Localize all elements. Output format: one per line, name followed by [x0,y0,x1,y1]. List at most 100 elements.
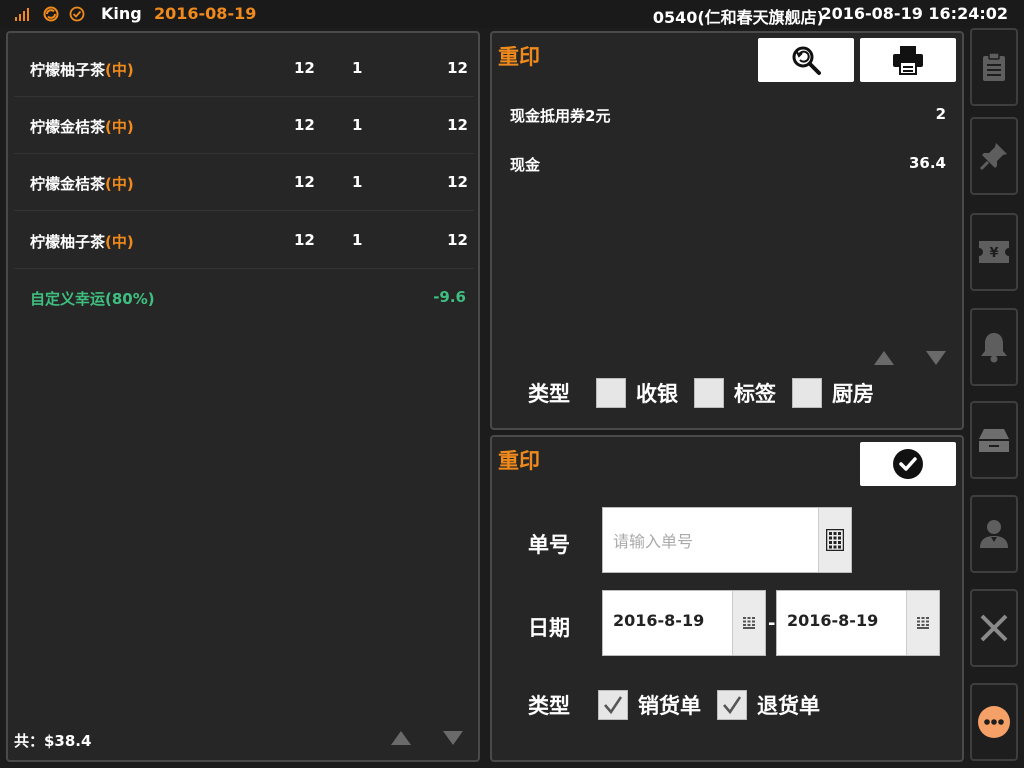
sales-checkbox[interactable] [598,690,628,720]
payment-value: 2 [935,105,946,123]
date-from-value: 2016-8-19 [613,611,705,630]
sidebar-button-more[interactable] [970,683,1018,761]
date-from-calendar-button[interactable] [732,591,765,655]
item-qty: 1 [352,116,363,134]
order-total: 共：$38.4 [14,732,92,750]
panel-title: 重印 [498,449,540,473]
cloud-sync-icon [43,6,59,22]
item-total: 12 [447,59,468,77]
scroll-down-icon[interactable] [443,731,463,745]
order-panel: 柠檬柚子茶(中) 12 1 12 柠檬金桔茶(中) 12 1 12 柠檬金桔茶(… [6,31,480,762]
payment-label: 现金 [510,156,541,174]
cash-drawer-icon [979,429,1009,452]
discount-value: -9.6 [433,288,466,306]
printer-icon [893,46,923,75]
checkmark-icon [723,696,742,715]
sidebar-button-cash-drawer[interactable] [970,401,1018,479]
reprint-panel: 重印 现金抵用券2元 2 现金 36.4 类型 收银 标签 厨房 [490,31,964,430]
item-name: 柠檬柚子茶(中) [30,233,134,251]
user-icon [980,520,1008,548]
panel-title: 重印 [498,45,540,69]
order-no-label: 单号 [528,533,570,557]
return-checkbox[interactable] [717,690,747,720]
payment-row: 现金抵用券2元 2 [510,105,946,126]
signal-icon [15,8,29,21]
store-name: 0540(仁和春天旗舰店) [652,8,824,27]
discount-label: 自定义幸运(80%) [30,290,155,308]
order-item-row[interactable]: 柠檬柚子茶(中) 12 1 12 [14,39,474,97]
date-from-input[interactable]: 2016-8-19 [602,590,766,656]
type-checkbox-label[interactable] [694,378,724,408]
pin-icon [979,143,1007,171]
sidebar-button-pin[interactable] [970,117,1018,195]
print-button[interactable] [860,38,956,82]
item-total: 12 [447,116,468,134]
order-item-row[interactable]: 柠檬金桔茶(中) 12 1 12 [14,153,474,211]
payment-row: 现金 36.4 [510,154,946,175]
date-to-value: 2016-8-19 [787,611,879,630]
current-datetime: 2016-08-19 16:24:02 [820,4,1008,23]
order-no-placeholder: 请输入单号 [613,532,694,551]
type-label: 类型 [528,694,570,718]
sales-option: 销货单 [638,694,701,718]
checkmark-icon [604,696,623,715]
search-refresh-button[interactable] [758,38,854,82]
type-option-kitchen: 厨房 [832,382,874,406]
doc-type-row: 类型 销货单 退货单 [528,690,820,720]
date-to-input[interactable]: 2016-8-19 [776,590,940,656]
reprint-search-panel: 重印 单号 请输入单号 日期 2016-8-19 - 2016-8-19 类型 … [490,435,964,762]
check-icon [893,449,923,479]
scroll-up-icon[interactable] [874,351,894,365]
order-no-input[interactable]: 请输入单号 [602,507,852,573]
check-circle-icon [69,6,85,22]
payment-value: 36.4 [908,154,946,172]
svg-text:¥: ¥ [989,246,998,261]
order-item-row[interactable]: 柠檬柚子茶(中) 12 1 12 [14,211,474,269]
type-option-label: 标签 [734,382,776,406]
type-option-cashier: 收银 [636,382,678,406]
calendar-icon [917,617,929,629]
coupon-icon: ¥ [979,241,1009,263]
type-label: 类型 [528,382,570,406]
scroll-up-icon[interactable] [391,731,411,745]
item-qty: 1 [352,231,363,249]
sidebar-button-bell[interactable] [970,308,1018,386]
item-price: 12 [294,173,315,191]
calendar-icon [743,617,755,629]
date-label: 日期 [528,616,570,640]
type-checkbox-cashier[interactable] [596,378,626,408]
item-price: 12 [294,59,315,77]
item-price: 12 [294,116,315,134]
bell-icon [981,333,1007,363]
print-type-row: 类型 收银 标签 厨房 [528,378,874,408]
sidebar-button-coupon[interactable]: ¥ [970,213,1018,291]
order-item-row[interactable]: 柠檬金桔茶(中) 12 1 12 [14,96,474,154]
item-name: 柠檬金桔茶(中) [30,175,134,193]
user-name: King [101,4,142,23]
status-icons [15,6,85,22]
sidebar-button-user[interactable] [970,495,1018,573]
more-icon [978,706,1010,738]
type-checkbox-kitchen[interactable] [792,378,822,408]
item-total: 12 [447,231,468,249]
keypad-icon [826,529,844,551]
sidebar-button-clipboard[interactable] [970,28,1018,106]
confirm-button[interactable] [860,442,956,486]
date-to-calendar-button[interactable] [906,591,939,655]
item-price: 12 [294,231,315,249]
sidebar-button-close[interactable] [970,589,1018,667]
search-refresh-icon [792,46,821,75]
item-qty: 1 [352,173,363,191]
item-name: 柠檬柚子茶(中) [30,61,134,79]
status-bar: King 2016-08-19 0540(仁和春天旗舰店) 2016-08-19… [0,0,1024,28]
item-total: 12 [447,173,468,191]
date-separator: - [768,613,776,634]
item-name: 柠檬金桔茶(中) [30,118,134,136]
keypad-button[interactable] [818,508,851,572]
item-qty: 1 [352,59,363,77]
return-option: 退货单 [757,694,820,718]
business-date: 2016-08-19 [154,4,257,23]
clipboard-icon [983,52,1005,81]
close-icon [980,614,1008,642]
scroll-down-icon[interactable] [926,351,946,365]
